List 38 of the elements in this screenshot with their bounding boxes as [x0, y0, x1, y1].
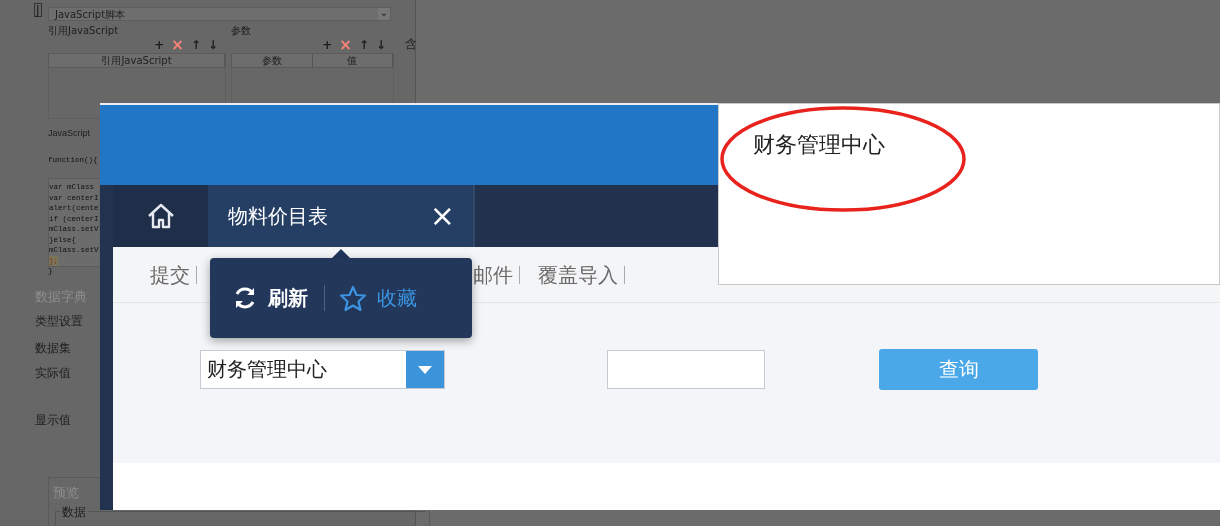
toolbar-icon[interactable]: +: [154, 38, 165, 52]
group-label: 数据: [60, 504, 88, 521]
query-button[interactable]: 查询: [879, 349, 1038, 390]
toolbar-button[interactable]: 提交: [150, 265, 197, 284]
toolbar-icon[interactable]: ↓: [375, 38, 386, 52]
column-header: 值: [312, 54, 393, 67]
toolbar-button[interactable]: 邮件: [473, 265, 520, 284]
toolbar-icon[interactable]: ↑: [190, 38, 201, 52]
panel-label: J: [34, 3, 42, 17]
close-icon[interactable]: ×: [429, 201, 455, 231]
group-label: 引用JavaScript: [48, 24, 120, 37]
page-tab[interactable]: 物料价目表 ×: [208, 185, 475, 247]
select-field[interactable]: 财务管理中心: [200, 350, 445, 389]
field-label: 实际值: [35, 365, 71, 382]
menu-item[interactable]: 收藏: [339, 284, 417, 312]
toolbar-icon[interactable]: ×: [171, 38, 184, 52]
script-label: JavaScript: [48, 128, 91, 138]
toolbar-icon[interactable]: +: [322, 38, 333, 52]
input-field[interactable]: [607, 350, 765, 389]
dropdown-option[interactable]: 财务管理中心: [753, 130, 885, 160]
toolbar-icon[interactable]: ↑: [358, 38, 369, 52]
home-tab[interactable]: [113, 185, 208, 247]
caret-icon: [417, 364, 433, 375]
caret-icon: ⌄: [378, 8, 390, 20]
toolbar-button[interactable]: 覆盖导入: [538, 265, 625, 284]
panel-label: 含: [405, 36, 417, 53]
column-header: 参数: [232, 54, 313, 67]
field-label: 类型设置: [35, 313, 83, 330]
star-icon: [339, 284, 367, 312]
script-type-dropdown[interactable]: JavaScript脚本 ⌄: [48, 7, 391, 21]
column-header: 引用JavaScript: [49, 54, 225, 67]
toolbar-icon[interactable]: ×: [339, 38, 352, 52]
dropdown-button[interactable]: [406, 351, 444, 388]
toolbar-icon[interactable]: ↓: [207, 38, 218, 52]
menu-item[interactable]: 刷新: [232, 284, 308, 312]
group-label: 参数: [231, 24, 252, 37]
field-label: 数据集: [35, 340, 71, 357]
field-label: 显示值: [35, 412, 71, 429]
